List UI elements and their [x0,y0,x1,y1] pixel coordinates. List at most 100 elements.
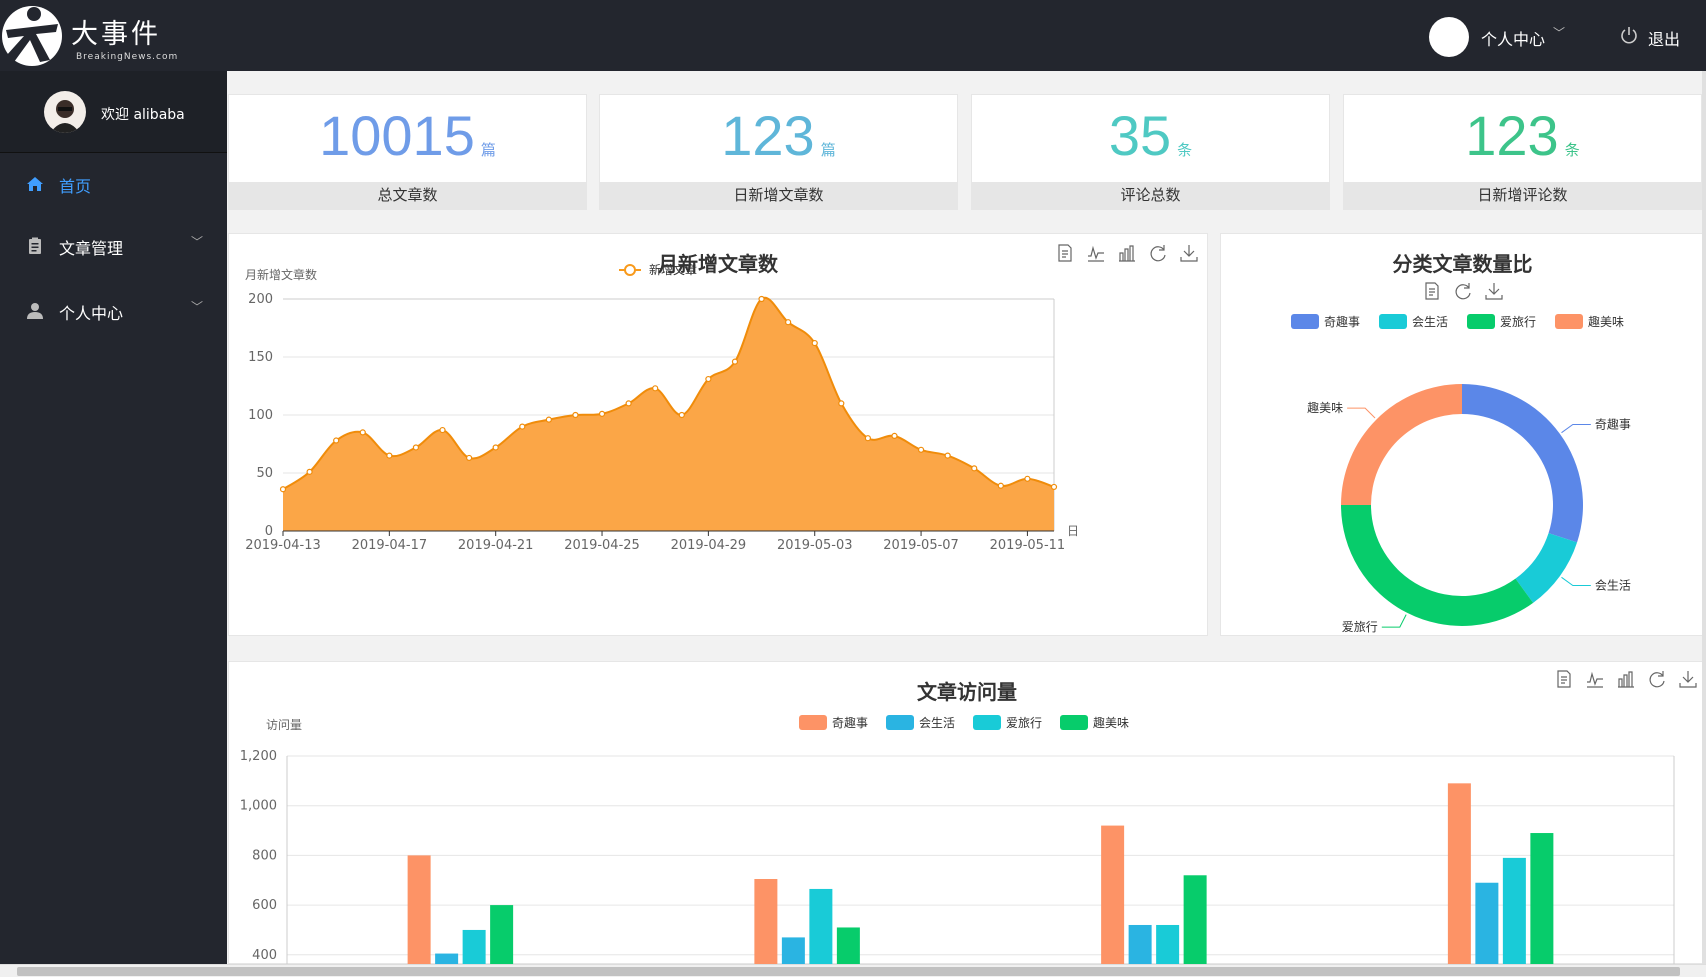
legend-label: 会生活 [1412,315,1448,329]
category-ratio-panel: 分类文章数量比 奇趣事 会生活 爱旅行 趣美味 奇趣事 会生活 爱旅行 趣美味 [1220,233,1705,636]
label-leader [1561,576,1591,587]
data-point [944,452,951,459]
bar [809,888,833,965]
legend-swatch [799,715,827,730]
horizontal-scrollbar[interactable] [0,964,1706,977]
legend-swatch [1379,314,1407,329]
x-tick-label: 2019-04-29 [671,538,747,553]
legend-swatch [1060,715,1088,730]
data-point [758,295,765,303]
vertical-scrollbar[interactable] [1702,71,1706,964]
slice-label: 爱旅行 [1342,620,1378,634]
x-tick-label: 2019-04-13 [245,538,321,553]
y-tick-label: 50 [256,466,273,481]
power-icon[interactable] [1619,25,1639,45]
stat-label: 日新增评论数 [1344,182,1701,209]
stat-label: 日新增文章数 [600,182,957,209]
legend-marker [624,264,636,276]
data-point [891,432,898,439]
bar [1101,825,1125,965]
slice-label: 会生活 [1595,579,1631,593]
bar [1156,924,1180,965]
legend-label: 奇趣事 [1324,314,1360,329]
x-tick-label: 2019-04-17 [352,538,428,553]
bar [836,927,860,965]
sidebar-item-profile[interactable]: 个人中心 ﹀ [0,281,227,341]
logo[interactable]: 大事件 BreakingNews.com [0,0,230,71]
bar [490,905,514,965]
legend-label: 奇趣事 [832,715,868,730]
stat-card-total-comments: 35 条 评论总数 [971,94,1330,210]
user-info: 欢迎 alibaba [0,71,227,153]
stat-card-daily-articles: 123 篇 日新增文章数 [599,94,958,210]
y-axis-label: 月新增文章数 [245,267,317,282]
data-point [466,454,473,462]
article-visits-panel: 文章访问量 奇趣事 会生活 爱旅行 趣美味 访问量 1,200 1,000 800 600 400 [228,661,1706,965]
monthly-articles-panel: 月新增文章数 新增文章 月新增文章数日 0 50 100 150 200 2019-04-13… [228,233,1208,636]
bar [1530,833,1554,965]
bar [781,937,805,965]
slice-label: 趣美味 [1307,400,1343,415]
x-tick-label: 2019-05-07 [883,538,959,553]
clipboard-icon [29,237,41,254]
legend-swatch [1467,314,1495,329]
chevron-down-icon: ﹀ [191,235,204,249]
data-point [811,339,818,347]
y-tick-label: 200 [248,292,273,307]
stat-value: 10015 篇 [319,104,496,167]
data-point [705,375,712,383]
data-point [652,385,659,392]
avatar [44,91,86,133]
data-point [731,358,739,365]
sidebar-item-articles[interactable]: 文章管理 ﹀ [0,216,227,276]
sidebar-item-home[interactable]: 首页 [0,154,227,214]
slice-label: 奇趣事 [1595,416,1631,431]
data-point [333,437,340,444]
data-point [917,446,925,453]
x-tick-label: 2019-04-25 [564,538,640,553]
header-avatar[interactable] [1429,17,1469,57]
data-point [306,468,313,475]
data-point [625,400,632,407]
sidebar: 欢迎 alibaba 首页 文章管理 ﹀ 个人中心 ﹀ [0,71,227,977]
scrollbar-thumb[interactable] [17,967,1680,976]
legend-label: 趣美味 [1588,314,1624,329]
y-tick-label: 400 [252,948,277,963]
bar [462,929,486,965]
logo-title: 大事件 [71,19,161,50]
user-menu-label[interactable]: 个人中心 [1481,26,1545,50]
bar-chart: 奇趣事 会生活 爱旅行 趣美味 访问量 1,200 1,000 800 600 400 [240,715,1675,965]
stat-label: 评论总数 [972,182,1329,209]
welcome-text: 欢迎 alibaba [101,107,185,123]
y-tick-label: 100 [248,408,273,423]
chevron-down-icon[interactable]: ﹀ [1553,24,1565,41]
data-point [971,465,978,472]
data-point [439,426,446,434]
legend-label: 爱旅行 [1006,716,1042,730]
chevron-down-icon: ﹀ [191,300,204,314]
logout-button[interactable]: 退出 [1648,26,1680,50]
sidebar-item-label: 文章管理 [59,239,124,258]
stat-value: 35 条 [1108,104,1193,167]
data-point [279,486,287,493]
app-root: 大事件 BreakingNews.com 个人中心 ﹀ 退出 欢迎 alibab… [0,0,1706,977]
sidebar-item-label: 首页 [59,177,92,196]
legend-swatch [886,715,914,730]
x-tick-label: 2019-05-03 [777,538,853,553]
stat-value: 123 条 [1465,104,1580,167]
legend-label: 趣美味 [1093,715,1129,730]
data-point [838,400,845,407]
y-tick-label: 1,200 [240,749,277,764]
bar [407,855,431,965]
legend-label: 新增文章 [649,262,697,277]
y-tick-label: 150 [248,350,273,365]
data-point [545,416,552,423]
stat-card-total-articles: 10015 篇 总文章数 [228,94,587,210]
stat-label: 总文章数 [229,182,586,209]
x-tick-label: 2019-05-11 [990,538,1066,553]
data-point [864,435,871,442]
y-axis-label: 访问量 [266,718,302,732]
data-point [997,482,1004,489]
data-point [1024,475,1031,482]
data-point [785,319,792,326]
